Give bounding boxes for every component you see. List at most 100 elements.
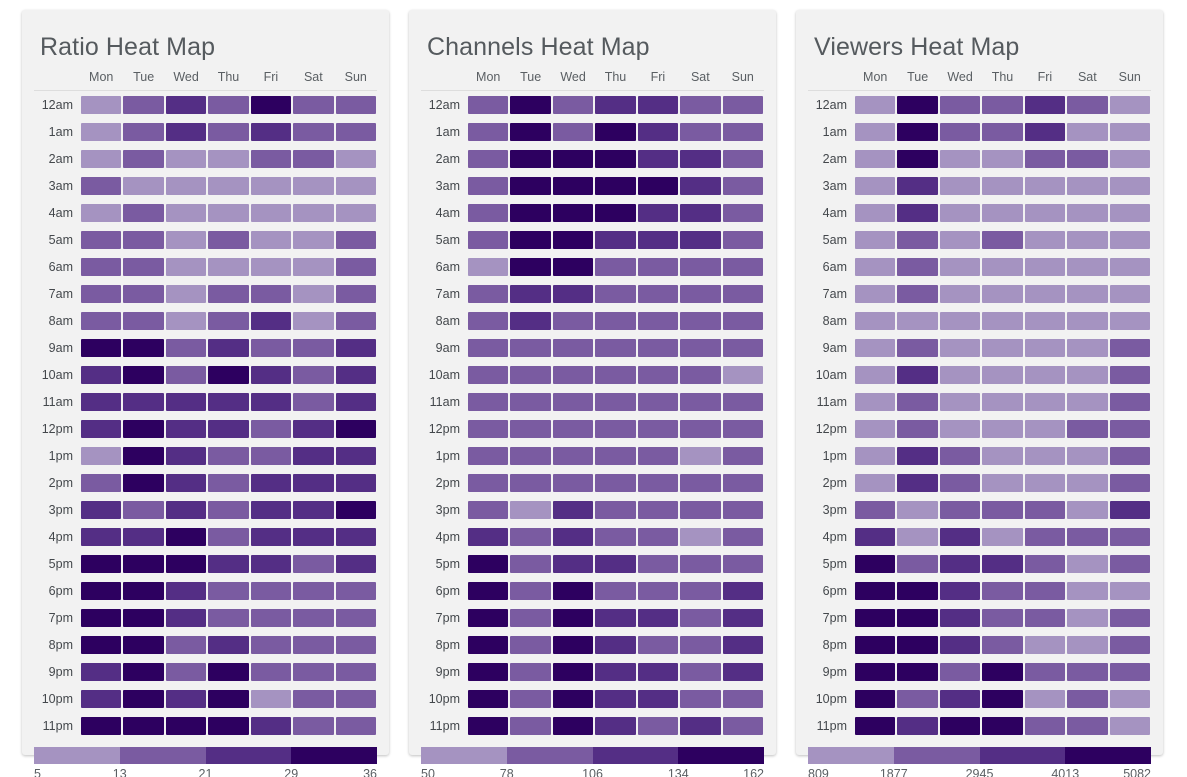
heatmap-cell[interactable]	[939, 523, 981, 550]
heatmap-cell[interactable]	[594, 577, 636, 604]
heatmap-cell[interactable]	[250, 415, 292, 442]
heatmap-cell[interactable]	[165, 307, 207, 334]
heatmap-cell[interactable]	[854, 334, 896, 361]
heatmap-cell[interactable]	[854, 685, 896, 712]
heatmap-cell[interactable]	[250, 118, 292, 145]
heatmap-cell[interactable]	[896, 577, 938, 604]
heatmap-cell[interactable]	[679, 550, 721, 577]
heatmap-cell[interactable]	[292, 658, 334, 685]
heatmap-cell[interactable]	[854, 253, 896, 280]
heatmap-cell[interactable]	[1109, 226, 1151, 253]
heatmap-cell[interactable]	[122, 145, 164, 172]
heatmap-cell[interactable]	[939, 631, 981, 658]
heatmap-cell[interactable]	[637, 253, 679, 280]
heatmap-cell[interactable]	[1024, 307, 1066, 334]
heatmap-cell[interactable]	[594, 550, 636, 577]
heatmap-cell[interactable]	[679, 685, 721, 712]
heatmap-cell[interactable]	[722, 91, 764, 119]
heatmap-cell[interactable]	[122, 388, 164, 415]
heatmap-cell[interactable]	[80, 388, 122, 415]
heatmap-cell[interactable]	[250, 91, 292, 119]
heatmap-cell[interactable]	[207, 496, 249, 523]
heatmap-cell[interactable]	[292, 280, 334, 307]
heatmap-cell[interactable]	[594, 172, 636, 199]
heatmap-cell[interactable]	[467, 226, 509, 253]
heatmap-cell[interactable]	[637, 685, 679, 712]
heatmap-cell[interactable]	[854, 604, 896, 631]
heatmap-cell[interactable]	[722, 361, 764, 388]
heatmap-cell[interactable]	[939, 307, 981, 334]
heatmap-cell[interactable]	[292, 712, 334, 739]
heatmap-cell[interactable]	[509, 712, 551, 739]
heatmap-cell[interactable]	[165, 712, 207, 739]
heatmap-cell[interactable]	[335, 145, 377, 172]
heatmap-cell[interactable]	[552, 631, 594, 658]
heatmap-cell[interactable]	[1066, 442, 1108, 469]
heatmap-cell[interactable]	[80, 442, 122, 469]
heatmap-cell[interactable]	[722, 496, 764, 523]
heatmap-cell[interactable]	[939, 91, 981, 119]
heatmap-cell[interactable]	[335, 91, 377, 119]
heatmap-cell[interactable]	[1066, 631, 1108, 658]
heatmap-cell[interactable]	[335, 712, 377, 739]
heatmap-cell[interactable]	[981, 280, 1023, 307]
heatmap-cell[interactable]	[1024, 685, 1066, 712]
heatmap-cell[interactable]	[552, 91, 594, 119]
heatmap-cell[interactable]	[1024, 118, 1066, 145]
heatmap-cell[interactable]	[250, 172, 292, 199]
heatmap-cell[interactable]	[854, 523, 896, 550]
heatmap-cell[interactable]	[250, 658, 292, 685]
heatmap-cell[interactable]	[552, 307, 594, 334]
heatmap-cell[interactable]	[722, 469, 764, 496]
heatmap-cell[interactable]	[335, 550, 377, 577]
heatmap-cell[interactable]	[1109, 712, 1151, 739]
heatmap-cell[interactable]	[250, 469, 292, 496]
heatmap-cell[interactable]	[1109, 631, 1151, 658]
heatmap-cell[interactable]	[1109, 604, 1151, 631]
heatmap-cell[interactable]	[1109, 415, 1151, 442]
heatmap-cell[interactable]	[552, 523, 594, 550]
heatmap-cell[interactable]	[679, 226, 721, 253]
heatmap-cell[interactable]	[165, 361, 207, 388]
heatmap-cell[interactable]	[165, 226, 207, 253]
heatmap-cell[interactable]	[509, 415, 551, 442]
heatmap-cell[interactable]	[509, 361, 551, 388]
heatmap-cell[interactable]	[207, 631, 249, 658]
heatmap-cell[interactable]	[939, 334, 981, 361]
heatmap-cell[interactable]	[467, 280, 509, 307]
heatmap-cell[interactable]	[637, 658, 679, 685]
heatmap-cell[interactable]	[637, 199, 679, 226]
heatmap-cell[interactable]	[1024, 469, 1066, 496]
heatmap-cell[interactable]	[335, 604, 377, 631]
heatmap-cell[interactable]	[335, 442, 377, 469]
heatmap-cell[interactable]	[80, 253, 122, 280]
heatmap-cell[interactable]	[122, 307, 164, 334]
heatmap-cell[interactable]	[1066, 334, 1108, 361]
heatmap-cell[interactable]	[854, 361, 896, 388]
heatmap-cell[interactable]	[509, 280, 551, 307]
heatmap-cell[interactable]	[292, 685, 334, 712]
heatmap-cell[interactable]	[509, 307, 551, 334]
heatmap-cell[interactable]	[722, 253, 764, 280]
heatmap-cell[interactable]	[594, 334, 636, 361]
heatmap-cell[interactable]	[1109, 361, 1151, 388]
heatmap-cell[interactable]	[896, 361, 938, 388]
heatmap-cell[interactable]	[122, 361, 164, 388]
heatmap-cell[interactable]	[637, 118, 679, 145]
heatmap-cell[interactable]	[80, 172, 122, 199]
heatmap-cell[interactable]	[292, 91, 334, 119]
heatmap-cell[interactable]	[981, 712, 1023, 739]
heatmap-cell[interactable]	[467, 361, 509, 388]
heatmap-cell[interactable]	[1024, 658, 1066, 685]
heatmap-cell[interactable]	[80, 685, 122, 712]
heatmap-cell[interactable]	[1066, 577, 1108, 604]
heatmap-cell[interactable]	[335, 226, 377, 253]
heatmap-cell[interactable]	[250, 550, 292, 577]
heatmap-cell[interactable]	[981, 604, 1023, 631]
heatmap-cell[interactable]	[1024, 253, 1066, 280]
heatmap-cell[interactable]	[292, 631, 334, 658]
heatmap-cell[interactable]	[1066, 253, 1108, 280]
heatmap-cell[interactable]	[122, 469, 164, 496]
heatmap-cell[interactable]	[552, 469, 594, 496]
heatmap-cell[interactable]	[467, 172, 509, 199]
